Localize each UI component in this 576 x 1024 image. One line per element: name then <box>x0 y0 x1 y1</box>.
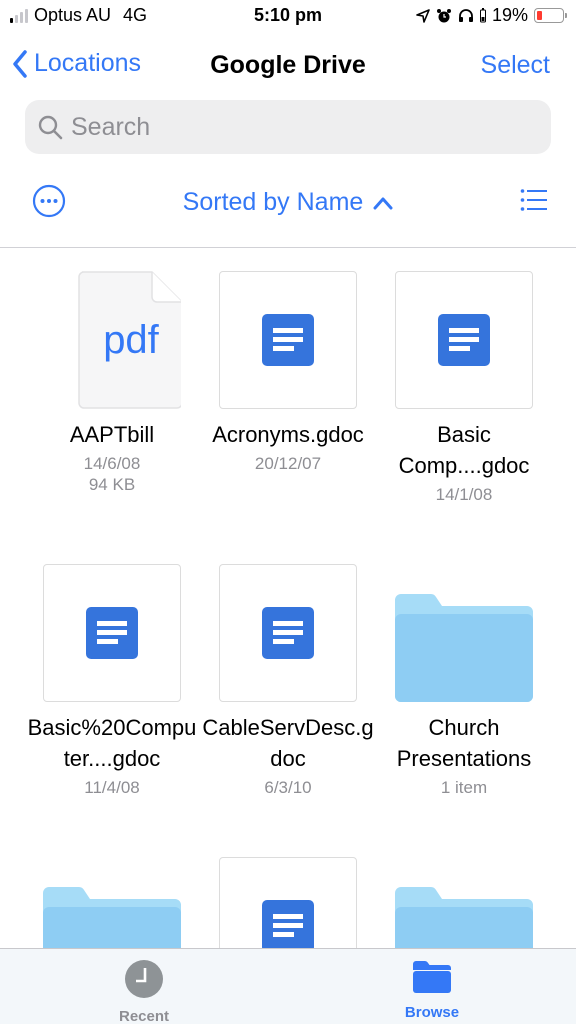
tab-recent[interactable]: Recent <box>84 959 204 1024</box>
clock-icon <box>125 960 163 998</box>
folder-icon <box>413 960 451 993</box>
alarm-icon <box>436 8 451 22</box>
gdoc-thumbnail <box>219 271 357 409</box>
status-bar: Optus AU 4G 5:10 pm 19% <box>0 0 576 34</box>
folder-icon <box>43 887 181 948</box>
file-grid: pdf AAPTbill 14/6/08 94 KB Acronyms.gdoc… <box>0 248 576 948</box>
file-name: Basic Comp....gdoc <box>398 422 530 478</box>
pdf-thumbnail: pdf <box>43 271 181 409</box>
sort-label: Sorted by Name <box>182 188 364 216</box>
file-item[interactable] <box>200 857 376 948</box>
headphones-icon <box>458 9 473 22</box>
pdf-file-icon: pdf <box>78 271 181 409</box>
signal-strength-icon <box>10 8 28 23</box>
network-type: 4G <box>123 5 148 25</box>
tab-recent-label: Recent <box>118 1008 170 1024</box>
file-date: 6/3/10 <box>264 778 312 797</box>
file-item-cableservdesc[interactable]: CableServDesc.gdoc 6/3/10 <box>200 564 376 798</box>
google-docs-icon <box>86 607 138 659</box>
sort-by-name-button[interactable]: Sorted by Name <box>0 188 576 217</box>
select-button[interactable]: Select <box>481 51 550 80</box>
back-button-label: Locations <box>34 49 142 77</box>
file-date: 14/1/08 <box>435 485 493 504</box>
carrier-name: Optus AU <box>34 5 112 25</box>
google-docs-icon <box>262 314 314 366</box>
folder-item-count: 1 item <box>440 778 488 797</box>
gdoc-thumbnail <box>219 857 357 948</box>
gdoc-thumbnail <box>395 271 533 409</box>
file-item-basic-comp[interactable]: Basic Comp....gdoc 14/1/08 <box>376 271 552 505</box>
search-input[interactable] <box>71 112 511 142</box>
google-docs-icon <box>438 314 490 366</box>
folder-item[interactable] <box>24 857 200 948</box>
file-name: Acronyms.gdoc <box>212 422 364 447</box>
file-date: 14/6/08 <box>83 454 141 473</box>
pdf-thumb-label: pdf <box>103 318 159 362</box>
status-right: 19% <box>416 5 567 26</box>
battery-level <box>537 11 542 20</box>
folder-icon <box>395 887 533 948</box>
chevron-up-icon <box>373 197 393 209</box>
folder-thumbnail <box>395 564 533 702</box>
folder-thumbnail <box>43 857 181 948</box>
folder-icon <box>395 594 533 702</box>
tab-browse-label: Browse <box>404 1004 460 1021</box>
search-icon <box>38 115 63 140</box>
chevron-left-icon <box>13 49 27 78</box>
navigation-bar: Locations Google Drive Select <box>0 42 576 88</box>
folder-name: Church Presentations <box>396 715 532 771</box>
gdoc-thumbnail <box>219 564 357 702</box>
status-left: Optus AU 4G <box>10 5 147 26</box>
file-name: Basic%20Computer....gdoc <box>27 715 197 771</box>
search-field[interactable] <box>25 100 551 154</box>
list-view-button[interactable] <box>520 188 548 217</box>
list-icon <box>520 189 547 211</box>
folder-thumbnail <box>395 857 533 948</box>
file-item-basic-computer[interactable]: Basic%20Computer....gdoc 11/4/08 <box>24 564 200 798</box>
gdoc-thumbnail <box>43 564 181 702</box>
tab-bar: Recent Browse <box>0 948 576 1024</box>
google-docs-icon <box>262 900 314 948</box>
folder-item-church-presentations[interactable]: Church Presentations 1 item <box>376 564 552 798</box>
file-size: 94 KB <box>88 475 136 494</box>
sort-toolbar: Sorted by Name <box>0 176 576 230</box>
battery-percent: 19% <box>491 5 528 25</box>
file-name: CableServDesc.gdoc <box>202 715 374 771</box>
charging-icon <box>479 8 486 23</box>
file-date: 20/12/07 <box>254 454 322 473</box>
file-item-acronyms[interactable]: Acronyms.gdoc 20/12/07 <box>200 271 376 474</box>
tab-browse[interactable]: Browse <box>372 959 492 1021</box>
file-item-aaptbill[interactable]: pdf AAPTbill 14/6/08 94 KB <box>24 271 200 495</box>
back-button-locations[interactable]: Locations <box>12 49 141 78</box>
file-date: 11/4/08 <box>84 778 140 797</box>
google-docs-icon <box>262 607 314 659</box>
battery-icon <box>534 8 567 23</box>
location-arrow-icon <box>416 8 430 23</box>
file-name: AAPTbill <box>69 422 155 447</box>
folder-item[interactable] <box>376 857 552 948</box>
